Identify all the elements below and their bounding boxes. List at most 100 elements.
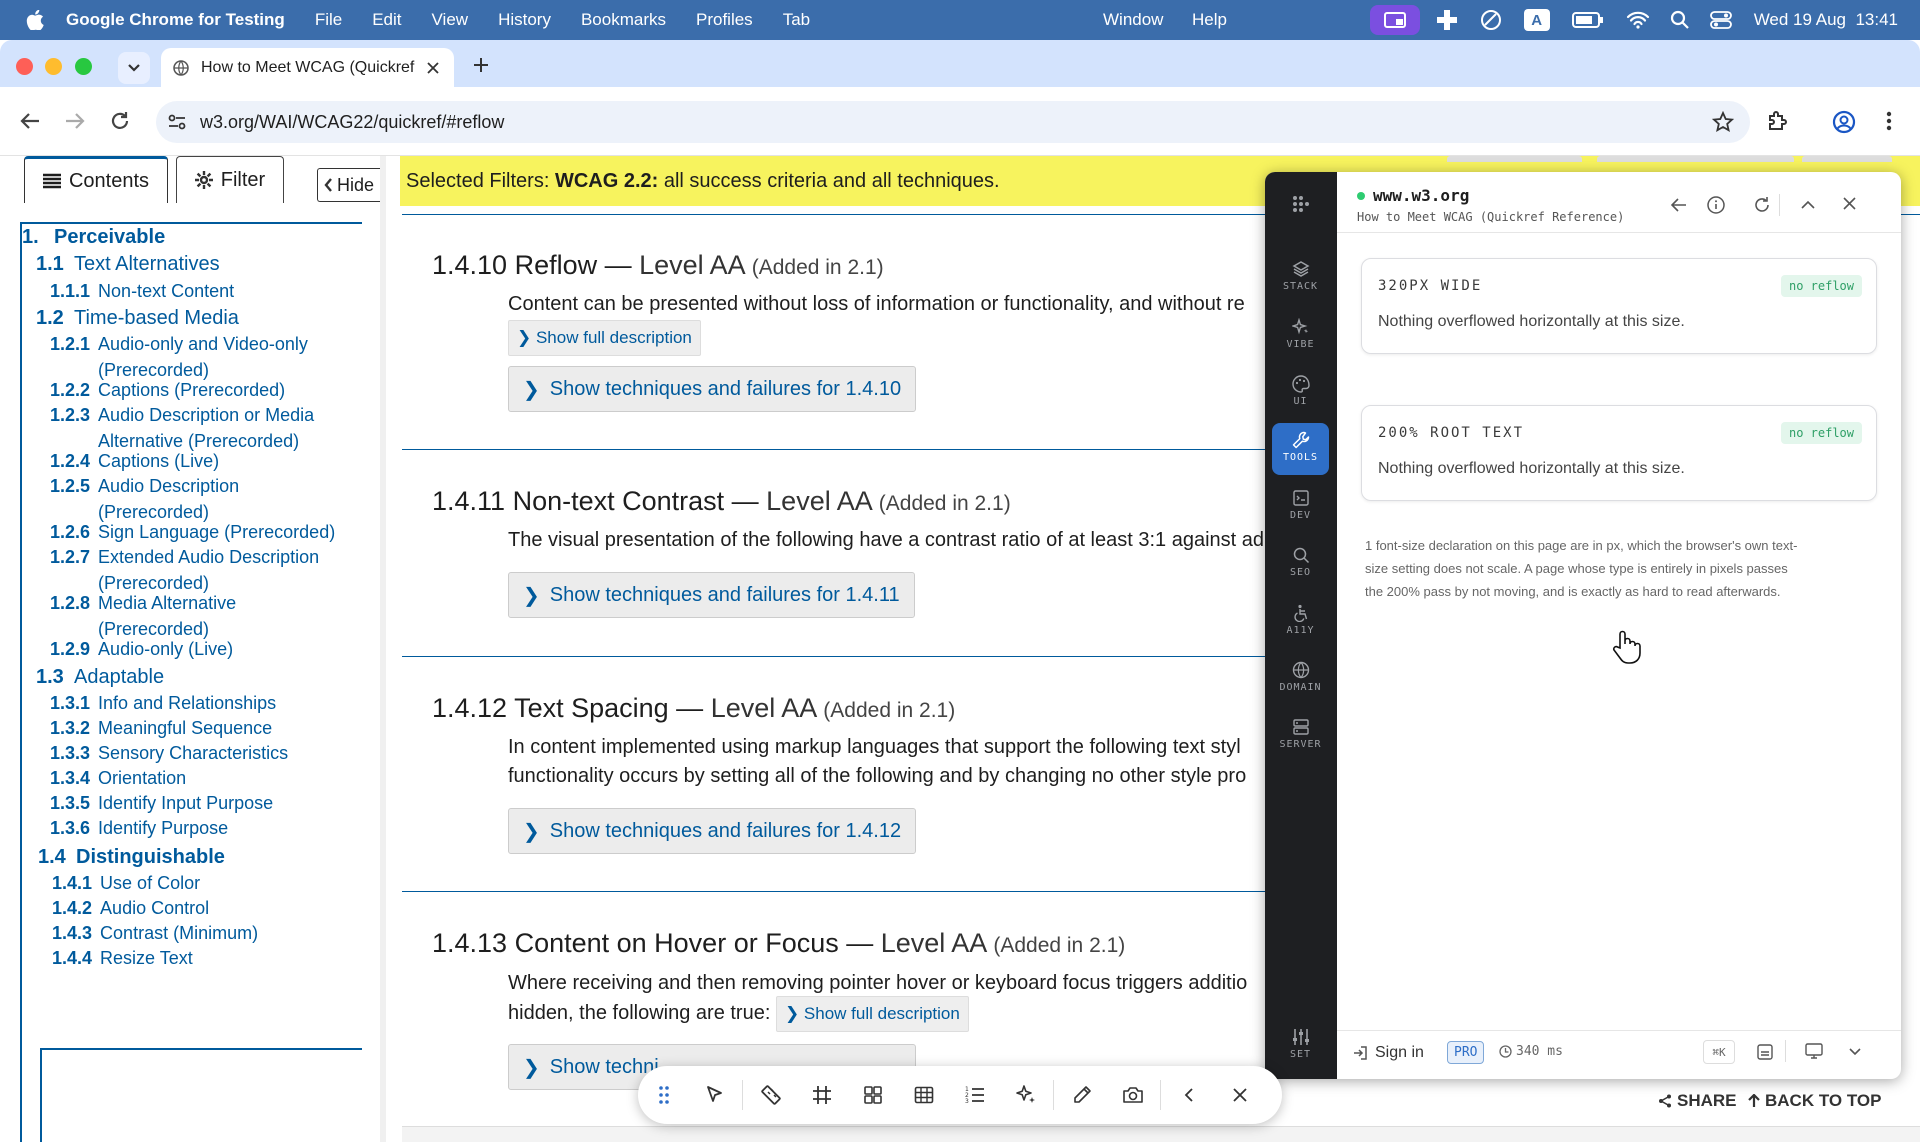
toc-item[interactable]: 1.2.4 Captions (Live) [50, 448, 219, 474]
sign-in-button[interactable]: Sign in [1353, 1044, 1424, 1062]
show-techniques-button[interactable]: ❯ Show techniques and failures for 1.4.11 [508, 572, 915, 618]
chevron-up-icon[interactable] [1801, 200, 1815, 209]
new-tab-icon[interactable] [472, 56, 490, 74]
toolbar-button-partial[interactable] [1597, 156, 1794, 162]
nav-domain[interactable]: DOMAIN [1272, 653, 1329, 705]
nav-server[interactable]: SERVER [1272, 710, 1329, 762]
toc-item[interactable]: 1.1.1 Non-text Content [50, 278, 234, 304]
app-name[interactable]: Google Chrome for Testing [66, 10, 285, 30]
show-techniques-button[interactable]: ❯ Show techniques and failures for 1.4.12 [508, 808, 917, 854]
toolbar-button-partial[interactable] [1447, 156, 1582, 162]
menu-bookmarks[interactable]: Bookmarks [581, 10, 666, 30]
color-picker-icon[interactable] [1056, 1066, 1107, 1124]
save-icon[interactable] [1757, 1044, 1773, 1060]
display-icon[interactable] [1805, 1043, 1823, 1059]
back-to-top-link[interactable]: BACK TO TOP [1748, 1091, 1882, 1111]
keyboard-input-icon[interactable]: A [1523, 9, 1550, 31]
nav-tools[interactable]: TOOLS [1272, 423, 1329, 475]
address-bar[interactable]: w3.org/WAI/WCAG22/quickref/#reflow [156, 101, 1750, 143]
toc-item[interactable]: 1.1 Text Alternatives [36, 251, 220, 277]
no-entry-icon[interactable] [1480, 9, 1502, 31]
reload-icon[interactable] [110, 111, 130, 131]
grid-icon[interactable] [847, 1066, 898, 1124]
profile-avatar-icon[interactable] [1832, 110, 1856, 134]
toc-item[interactable]: 1.3 Adaptable [36, 664, 164, 690]
toc-item[interactable]: 1.3.3 Sensory Characteristics [50, 740, 288, 766]
kebab-menu-icon[interactable] [1886, 111, 1892, 131]
toc-item[interactable]: 1.3.5 Identify Input Purpose [50, 790, 273, 816]
toc-item[interactable]: 1.2.1 Audio-only and Video-only (Prerecord… [50, 331, 308, 383]
back-arrow-icon[interactable] [1671, 198, 1687, 212]
pro-badge[interactable]: PRO [1447, 1041, 1485, 1064]
refresh-icon[interactable] [1753, 196, 1771, 214]
search-icon[interactable] [1670, 10, 1690, 30]
app-logo-icon[interactable] [1291, 194, 1311, 214]
command-shortcut-badge[interactable]: ⌘K [1703, 1040, 1735, 1064]
toc-item[interactable]: 1.2.9 Audio-only (Live) [50, 636, 233, 662]
nav-ui[interactable]: UI [1272, 367, 1329, 419]
toc-item[interactable]: 1.2 Time-based Media [36, 305, 239, 331]
apple-icon[interactable] [26, 10, 44, 30]
camera-icon[interactable] [1107, 1066, 1158, 1124]
medical-plus-icon[interactable] [1436, 9, 1458, 31]
nav-a11y[interactable]: A11Y [1272, 596, 1329, 648]
toc-item[interactable]: 1.4.1 Use of Color [52, 870, 200, 896]
nav-set[interactable]: SET [1272, 1020, 1329, 1072]
toc-item[interactable]: 1.2.2 Captions (Prerecorded) [50, 377, 285, 403]
menu-window[interactable]: Window [1103, 10, 1163, 30]
toc-item[interactable]: 1.3.1 Info and Relationships [50, 690, 276, 716]
control-center-icon[interactable] [1709, 10, 1732, 30]
frame-icon[interactable] [796, 1066, 847, 1124]
nav-seo[interactable]: SEO [1272, 538, 1329, 590]
extensions-puzzle-icon[interactable] [1766, 109, 1790, 133]
menu-tab[interactable]: Tab [783, 10, 810, 30]
show-full-description-button[interactable]: ❯ Show full description [775, 996, 969, 1032]
list-icon[interactable]: 123 [949, 1066, 1000, 1124]
share-link[interactable]: SHARE [1658, 1091, 1737, 1111]
toc-item[interactable]: 1.3.4 Orientation [50, 765, 186, 791]
toc-item[interactable]: 1.2.8 Media Alternative (Prerecorded) [50, 590, 236, 642]
browser-tab-active[interactable]: How to Meet WCAG (Quickref [161, 48, 454, 87]
menu-file[interactable]: File [315, 10, 342, 30]
toc-item[interactable]: 1. Perceivable [22, 224, 165, 250]
toc-item[interactable]: 1.3.6 Identify Purpose [50, 815, 228, 841]
menu-profiles[interactable]: Profiles [696, 10, 753, 30]
url-text[interactable]: w3.org/WAI/WCAG22/quickref/#reflow [200, 112, 504, 133]
back-arrow-icon[interactable] [20, 112, 40, 130]
chevron-down-icon[interactable] [1849, 1048, 1861, 1056]
toc-item[interactable]: 1.4.2 Audio Control [52, 895, 209, 921]
pointer-icon[interactable] [689, 1066, 740, 1124]
site-info-icon[interactable] [168, 114, 186, 130]
wifi-icon[interactable] [1626, 11, 1650, 29]
tab-search-button[interactable] [118, 52, 150, 84]
menu-edit[interactable]: Edit [372, 10, 401, 30]
window-close-button[interactable] [16, 58, 33, 75]
nav-stack[interactable]: STACK [1272, 252, 1329, 304]
drag-handle-icon[interactable] [638, 1066, 689, 1124]
contents-tab[interactable]: Contents [24, 156, 168, 203]
menu-help[interactable]: Help [1192, 10, 1227, 30]
bookmark-star-icon[interactable] [1712, 111, 1734, 133]
toc-item[interactable]: 1.2.6 Sign Language (Prerecorded) [50, 519, 335, 545]
table-icon[interactable] [898, 1066, 949, 1124]
menu-view[interactable]: View [432, 10, 469, 30]
chevron-left-icon[interactable] [1163, 1066, 1214, 1124]
screen-mirror-icon[interactable] [1369, 5, 1420, 35]
close-icon[interactable] [1843, 197, 1856, 210]
toc-item[interactable]: 1.2.3 Audio Description or Media Alternati… [50, 402, 314, 454]
menubar-clock[interactable]: Wed 19 Aug 13:41 [1754, 10, 1898, 30]
filter-tab[interactable]: Filter [176, 156, 284, 203]
hide-sidebar-button[interactable]: Hide [317, 168, 381, 202]
tab-close-icon[interactable] [427, 61, 439, 74]
show-full-description-button[interactable]: ❯ Show full description [508, 320, 701, 356]
sparkle-icon[interactable] [1000, 1066, 1051, 1124]
toc-item[interactable]: 1.3.2 Meaningful Sequence [50, 715, 272, 741]
nav-dev[interactable]: DEV [1272, 481, 1329, 533]
toc-item[interactable]: 1.4 Distinguishable [38, 844, 225, 870]
window-zoom-button[interactable] [75, 58, 92, 75]
toc-item[interactable]: 1.2.5 Audio Description (Prerecorded) [50, 473, 239, 525]
toolbar-button-partial[interactable] [1802, 156, 1892, 162]
show-techniques-button[interactable]: ❯ Show techniques and failures for 1.4.10 [508, 366, 917, 412]
nav-vibe[interactable]: VIBE [1272, 310, 1329, 362]
info-icon[interactable] [1707, 196, 1725, 214]
